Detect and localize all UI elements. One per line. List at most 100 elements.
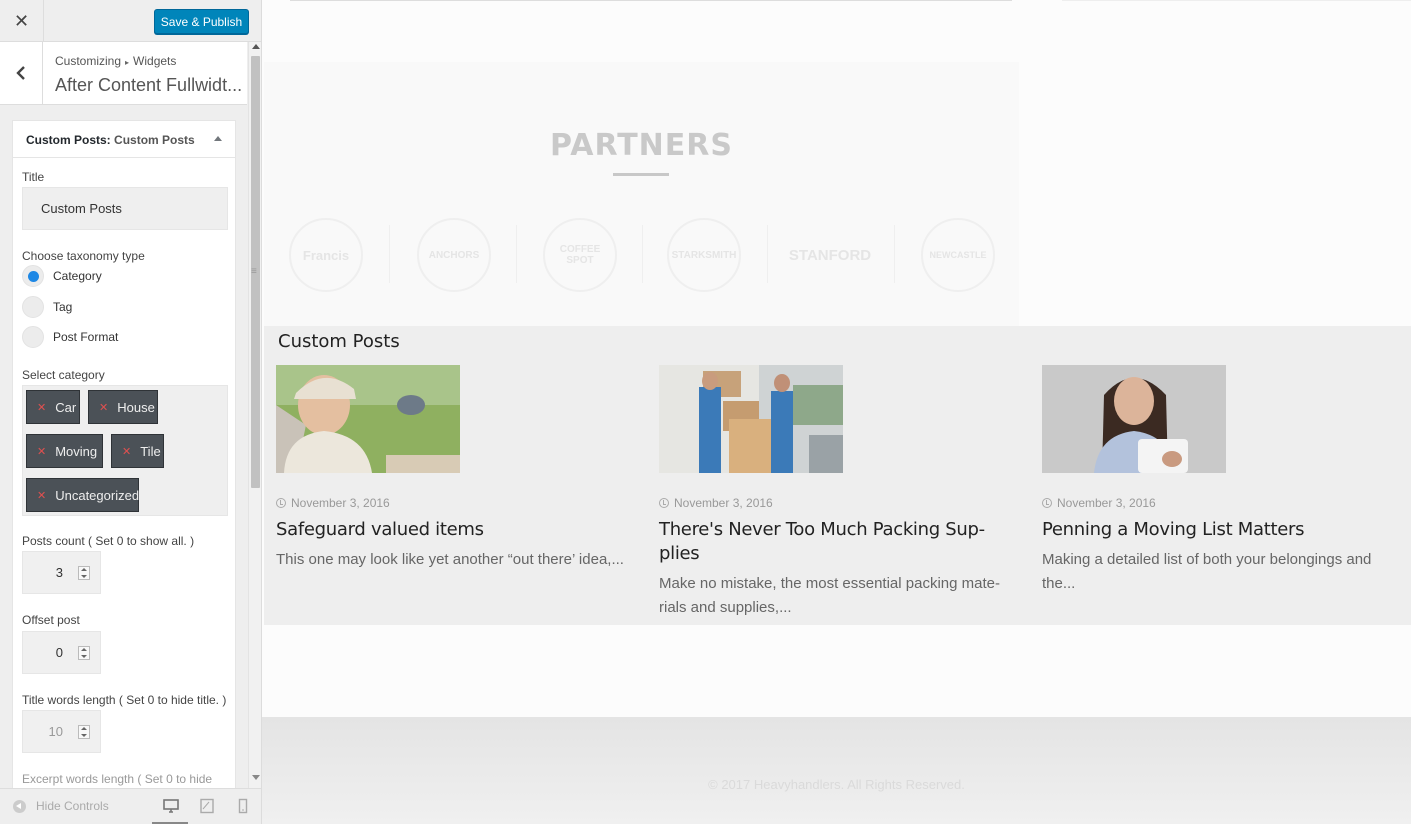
divider <box>894 225 895 283</box>
breadcrumb-item: Customizing <box>55 54 122 68</box>
site-preview: PARTNERS Francis ANCHORS COFFEE SPOT STA… <box>262 0 1411 824</box>
remove-icon[interactable]: ✕ <box>99 401 108 414</box>
radio-label: Post Format <box>53 330 119 344</box>
partner-logo: Francis <box>289 218 363 292</box>
number-spinner-icon[interactable] <box>78 646 90 660</box>
title-words-label: Title words length ( Set 0 to hide title… <box>22 693 227 707</box>
category-chip[interactable]: ✕ Car <box>26 390 80 424</box>
divider <box>767 225 768 283</box>
partner-logo: STARKSMITH <box>667 218 741 292</box>
tablet-icon[interactable] <box>199 798 215 814</box>
category-chip[interactable]: ✕ Uncategorized <box>26 478 139 512</box>
partner-logo: NEWCASTLE <box>921 218 995 292</box>
close-icon[interactable]: ✕ <box>0 0 44 42</box>
title-label: Title <box>22 170 45 184</box>
post-thumbnail[interactable] <box>276 365 460 473</box>
clock-icon <box>659 498 669 508</box>
category-chip[interactable]: ✕ Tile <box>111 434 164 468</box>
post-title[interactable]: There's Never Too Much Packing Sup-plies <box>659 518 1024 566</box>
posts-count-label: Posts count ( Set 0 to show all. ) <box>22 534 195 548</box>
post-excerpt: Making a detailed list of both your belo… <box>1042 551 1372 592</box>
custom-posts-section: Custom Posts November 3, 2016 Safeguard … <box>264 326 1411 625</box>
excerpt-words-label: Excerpt words length ( Set 0 to hide <box>22 772 213 786</box>
post-title[interactable]: Penning a Moving List Matters <box>1042 518 1407 542</box>
movers-image <box>659 365 843 473</box>
partner-logo: STANFORD <box>788 246 872 264</box>
woman-with-laptop-image <box>1042 365 1226 473</box>
post-card: November 3, 2016 Safeguard valued items … <box>276 365 641 572</box>
widget-title: Custom Posts: Custom Posts <box>26 133 195 147</box>
post-card: November 3, 2016 Penning a Moving List M… <box>1042 365 1407 596</box>
divider <box>290 0 1012 1</box>
post-card: November 3, 2016 There's Never Too Much … <box>659 365 1024 620</box>
scroll-down-icon[interactable] <box>252 775 260 780</box>
divider <box>389 225 390 283</box>
site-footer: © 2017 Heavyhandlers. All Rights Reserve… <box>262 717 1411 824</box>
post-excerpt: Make no mistake, the most essential pack… <box>659 575 1000 616</box>
resize-grip-icon[interactable]: ≡ <box>251 266 257 277</box>
delivery-man-image <box>276 365 460 473</box>
divider <box>516 225 517 283</box>
clock-icon <box>276 498 286 508</box>
post-date: November 3, 2016 <box>276 496 641 510</box>
offset-field[interactable]: 0 <box>22 631 101 674</box>
partner-logo: COFFEE SPOT <box>543 218 617 292</box>
chevron-left-icon <box>16 66 25 80</box>
clock-icon <box>1042 498 1052 508</box>
remove-icon[interactable]: ✕ <box>37 489 46 502</box>
breadcrumb: Customizing ▸ Widgets <box>55 54 176 68</box>
post-thumbnail[interactable] <box>659 365 843 473</box>
taxonomy-label: Choose taxonomy type <box>22 249 145 263</box>
remove-icon[interactable]: ✕ <box>37 401 46 414</box>
radio-label: Tag <box>53 300 73 314</box>
section-heading: Custom Posts <box>278 331 400 352</box>
title-input[interactable]: Custom Posts <box>22 187 228 230</box>
partners-section <box>264 62 1019 330</box>
save-publish-button[interactable]: Save & Publish <box>154 9 249 34</box>
mobile-icon[interactable] <box>235 798 251 814</box>
divider <box>642 225 643 283</box>
sidebar-scrollbar[interactable] <box>248 42 261 788</box>
category-chip[interactable]: ✕ House <box>88 390 158 424</box>
posts-count-field[interactable]: 3 <box>22 551 101 594</box>
partner-logo: ANCHORS <box>417 218 491 292</box>
back-button[interactable] <box>0 42 43 104</box>
scroll-up-icon[interactable] <box>252 44 260 49</box>
section-header: Customizing ▸ Widgets After Content Fullwi… <box>0 42 247 105</box>
hide-controls-button[interactable]: Hide Controls <box>13 799 109 813</box>
radio-button[interactable] <box>22 326 44 348</box>
title-underline <box>613 173 669 176</box>
post-date: November 3, 2016 <box>1042 496 1407 510</box>
category-label: Select category <box>22 368 105 382</box>
remove-icon[interactable]: ✕ <box>122 445 131 458</box>
copyright-text: © 2017 Heavyhandlers. All Rights Reserve… <box>708 777 965 792</box>
desktop-icon[interactable] <box>163 798 179 814</box>
radio-button[interactable] <box>22 265 44 287</box>
widget-header[interactable]: Custom Posts: Custom Posts <box>13 121 235 158</box>
post-excerpt: This one may look like yet another “out … <box>276 551 624 568</box>
title-words-field[interactable]: 10 <box>22 710 101 753</box>
radio-label: Category <box>53 269 102 283</box>
post-date: November 3, 2016 <box>659 496 1024 510</box>
customizer-footer: Hide Controls <box>0 788 261 824</box>
collapse-arrow-icon[interactable] <box>214 136 222 141</box>
number-spinner-icon[interactable] <box>78 725 90 739</box>
divider <box>1062 0 1411 1</box>
post-title[interactable]: Safeguard valued items <box>276 518 641 542</box>
post-thumbnail[interactable] <box>1042 365 1226 473</box>
radio-button[interactable] <box>22 296 44 318</box>
section-title: After Content Fullwidt... <box>55 75 241 95</box>
custom-posts-widget: Custom Posts: Custom Posts Title Custom … <box>12 120 236 800</box>
customizer-header: ✕ Save & Publish <box>0 0 261 42</box>
radio-post-format[interactable]: Post Format <box>22 326 118 348</box>
radio-category[interactable]: Category <box>22 265 102 287</box>
radio-tag[interactable]: Tag <box>22 296 72 318</box>
category-chip[interactable]: ✕ Moving <box>26 434 103 468</box>
offset-label: Offset post <box>22 613 80 627</box>
customizer-sidebar: ✕ Save & Publish Customizing ▸ Widgets Aft… <box>0 0 262 824</box>
collapse-sidebar-icon <box>13 799 26 813</box>
remove-icon[interactable]: ✕ <box>37 445 46 458</box>
breadcrumb-separator-icon: ▸ <box>125 58 130 67</box>
number-spinner-icon[interactable] <box>78 566 90 580</box>
category-select[interactable]: ✕ Car ✕ House ✕ Moving ✕ Tile ✕ Uncategorized <box>22 385 228 516</box>
